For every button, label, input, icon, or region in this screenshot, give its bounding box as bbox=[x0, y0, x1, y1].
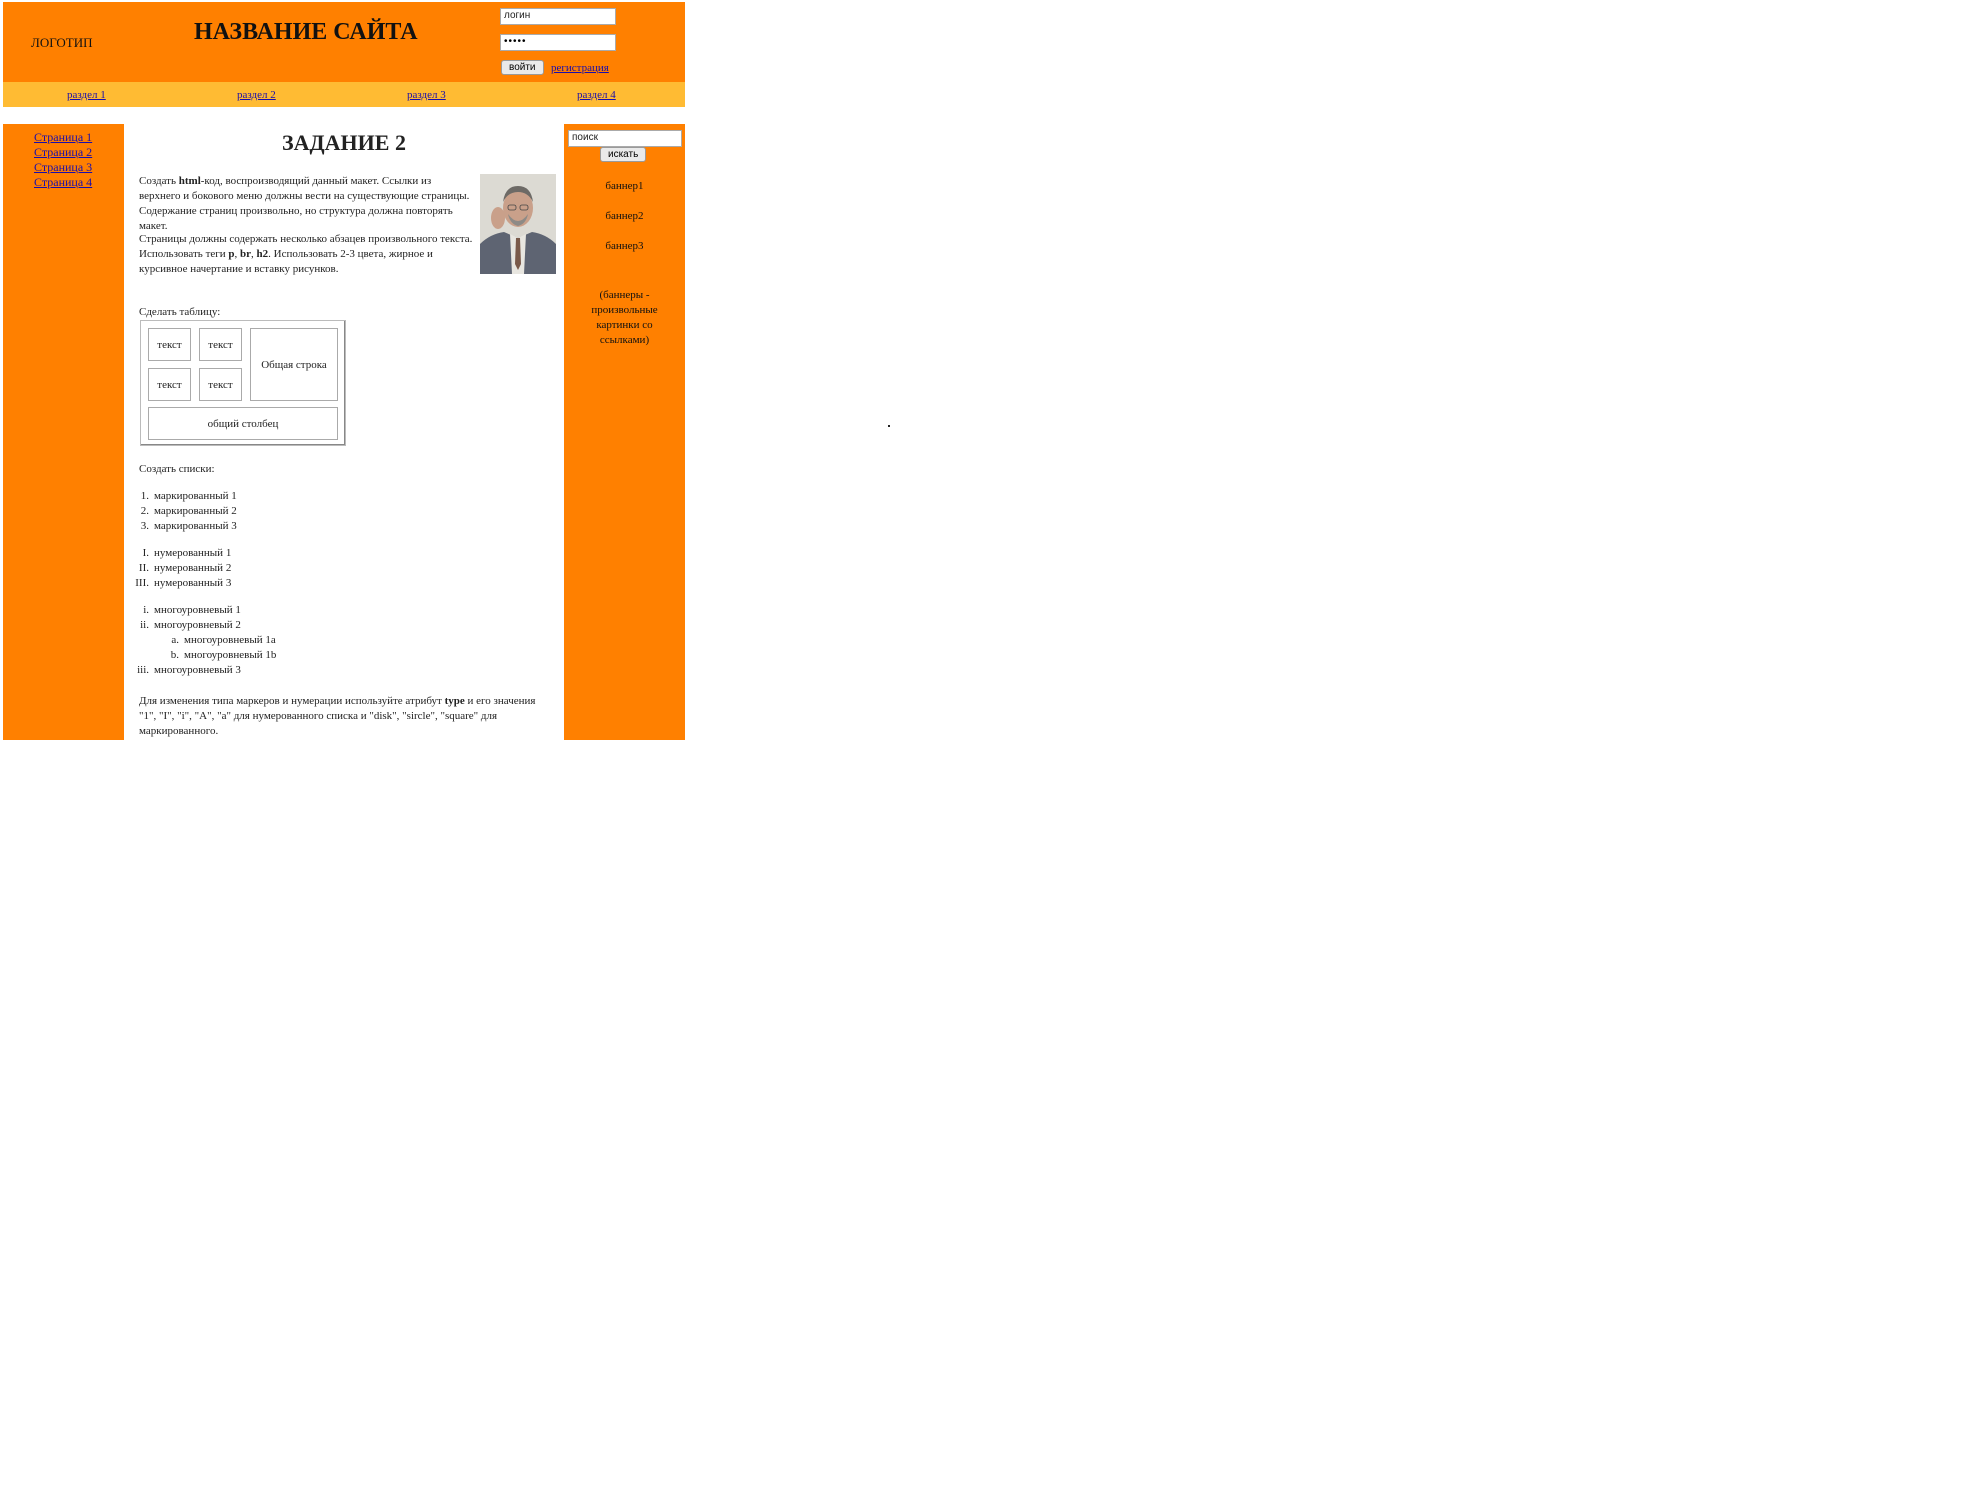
list-marker: I. bbox=[142, 547, 149, 559]
sidebar-item-page-2[interactable]: Страница 2 bbox=[34, 145, 92, 160]
main-content: ЗАДАНИЕ 2 Создать html-код, воспроизводя… bbox=[124, 124, 564, 740]
site-header: ЛОГОТИП НАЗВАНИЕ САЙТА логин ••••• войти… bbox=[3, 2, 685, 82]
topnav-item-section-3[interactable]: раздел 3 bbox=[407, 89, 446, 101]
list-item: маркированный 2 bbox=[154, 505, 237, 517]
p1-text-a: Создать bbox=[139, 175, 179, 187]
table-cell: текст bbox=[148, 368, 191, 401]
register-link[interactable]: регистрация bbox=[551, 62, 609, 74]
list-type-note: Для изменения типа маркеров и нумерации … bbox=[139, 694, 549, 739]
banners-note: (баннеры - произвольные картинки со ссыл… bbox=[591, 289, 658, 346]
stray-dot bbox=[888, 425, 890, 427]
list-item: нумерованный 3 bbox=[154, 577, 232, 589]
list-marker: b. bbox=[170, 649, 179, 661]
topnav-item-section-1[interactable]: раздел 1 bbox=[67, 89, 106, 101]
list-marker: II. bbox=[138, 562, 149, 574]
login-button[interactable]: войти bbox=[501, 60, 544, 75]
sidebar-item-page-4[interactable]: Страница 4 bbox=[34, 175, 92, 190]
list-item: нумерованный 2 bbox=[154, 562, 232, 574]
banner-3[interactable]: баннер3 bbox=[564, 240, 685, 252]
list-marker: i. bbox=[143, 604, 149, 616]
list-item: маркированный 3 bbox=[154, 520, 237, 532]
sidebar-item-page-1[interactable]: Страница 1 bbox=[34, 130, 92, 145]
p2-tag-h2: h2 bbox=[256, 248, 269, 260]
p2-tag-br: br bbox=[240, 248, 252, 260]
task-paragraph-2: Страницы должны содержать несколько абза… bbox=[139, 232, 479, 277]
topnav-item-section-4[interactable]: раздел 4 bbox=[577, 89, 616, 101]
left-sidebar: Страница 1 Страница 2 Страница 3 Страниц… bbox=[3, 124, 124, 740]
site-title: НАЗВАНИЕ САЙТА bbox=[194, 19, 418, 45]
table-cell-merged-row: Общая строка bbox=[250, 328, 338, 401]
table-cell-merged-column: общий столбец bbox=[148, 407, 338, 440]
footer-bold-type: type bbox=[444, 695, 465, 707]
sidebar-item-page-3[interactable]: Страница 3 bbox=[34, 160, 92, 175]
list-item: многоуровневый 2 bbox=[154, 619, 241, 631]
lists-label: Создать списки: bbox=[139, 463, 215, 475]
table-label: Сделать таблицу: bbox=[139, 306, 221, 318]
list-marker: a. bbox=[171, 634, 179, 646]
portrait-photo bbox=[480, 174, 556, 274]
list-item: нумерованный 1 bbox=[154, 547, 232, 559]
password-field[interactable]: ••••• bbox=[500, 34, 616, 51]
right-sidebar: поиск искать баннер1 баннер2 баннер3 (ба… bbox=[564, 124, 685, 740]
search-button[interactable]: искать bbox=[600, 147, 647, 162]
task-paragraph-1: Создать html-код, воспроизводящий данный… bbox=[139, 174, 475, 234]
footer-text-a: Для изменения типа маркеров и нумерации … bbox=[139, 695, 445, 707]
topnav-item-section-2[interactable]: раздел 2 bbox=[237, 89, 276, 101]
banner-1[interactable]: баннер1 bbox=[564, 180, 685, 192]
p1-bold-html: html bbox=[178, 175, 201, 187]
table-cell: текст bbox=[199, 328, 242, 361]
list-item: маркированный 1 bbox=[154, 490, 237, 502]
list-marker: 1. bbox=[140, 490, 149, 502]
sample-table: текст текст текст текст Общая строка общ… bbox=[140, 320, 346, 446]
table-cell: текст bbox=[148, 328, 191, 361]
list-item: многоуровневый 1b bbox=[184, 649, 277, 661]
top-nav: раздел 1 раздел 2 раздел 3 раздел 4 bbox=[3, 82, 685, 107]
banner-2[interactable]: баннер2 bbox=[564, 210, 685, 222]
list-item: многоуровневый 1 bbox=[154, 604, 241, 616]
list-marker: iii. bbox=[137, 664, 149, 676]
list-marker: 2. bbox=[140, 505, 149, 517]
list-marker: ii. bbox=[140, 619, 149, 631]
site-logo: ЛОГОТИП bbox=[31, 35, 93, 50]
portrait-image bbox=[480, 174, 556, 274]
login-field[interactable]: логин bbox=[500, 8, 616, 25]
list-marker: 3. bbox=[140, 520, 149, 532]
list-item: многоуровневый 3 bbox=[154, 664, 241, 676]
list-marker: III. bbox=[135, 577, 149, 589]
list-item: многоуровневый 1a bbox=[184, 634, 276, 646]
page-title: ЗАДАНИЕ 2 bbox=[282, 130, 406, 155]
search-input[interactable]: поиск bbox=[568, 130, 682, 147]
table-cell: текст bbox=[199, 368, 242, 401]
